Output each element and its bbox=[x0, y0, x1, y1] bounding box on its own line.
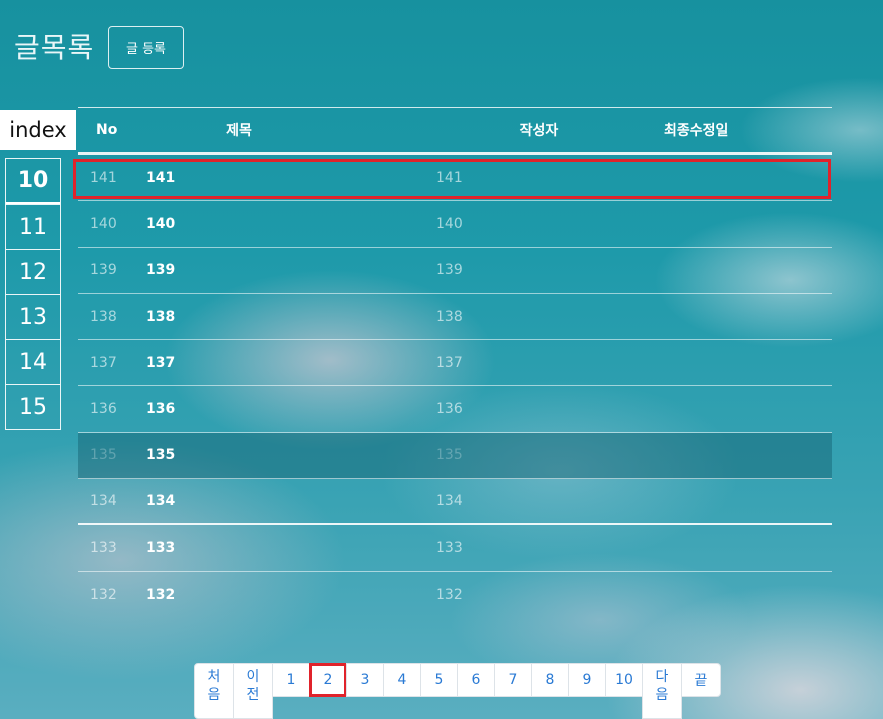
table-row[interactable]: 132 132 132 bbox=[78, 572, 832, 618]
cell-no: 135 bbox=[90, 447, 117, 464]
cell-no: 132 bbox=[90, 586, 117, 603]
cell-no: 138 bbox=[90, 308, 117, 325]
index-item[interactable]: 14 bbox=[6, 339, 60, 384]
cell-title[interactable]: 133 bbox=[134, 540, 434, 556]
table-row[interactable]: 135 135 135 bbox=[78, 432, 832, 480]
table-row[interactable]: 137 137 137 bbox=[78, 340, 832, 387]
table-row[interactable]: 136 136 136 bbox=[78, 386, 832, 433]
index-item[interactable]: 10 bbox=[6, 159, 60, 204]
page-button-1[interactable]: 1 bbox=[272, 663, 310, 697]
index-item[interactable]: 12 bbox=[6, 249, 60, 294]
cell-author: 133 bbox=[436, 540, 463, 557]
cell-title[interactable]: 136 bbox=[134, 401, 434, 417]
page-title: 글목록 bbox=[14, 31, 95, 64]
next-page-button[interactable]: 다 음 bbox=[642, 663, 682, 719]
cell-author: 141 bbox=[436, 169, 463, 186]
cell-author: 139 bbox=[436, 262, 463, 279]
first-label-2: 음 bbox=[207, 687, 221, 703]
page-button-2[interactable]: 2 bbox=[309, 663, 347, 697]
last-page-button[interactable]: 끝 bbox=[681, 663, 721, 697]
cell-no: 141 bbox=[90, 169, 117, 186]
table-row[interactable]: 138 138 138 bbox=[78, 294, 832, 341]
cell-author: 140 bbox=[436, 215, 463, 232]
cell-title[interactable]: 140 bbox=[134, 216, 434, 232]
page-button-8[interactable]: 8 bbox=[531, 663, 569, 697]
prev-label-2: 전 bbox=[246, 687, 260, 703]
prev-page-button[interactable]: 이 전 bbox=[233, 663, 273, 719]
index-item[interactable]: 11 bbox=[6, 204, 60, 249]
next-label-1: 다 bbox=[655, 669, 669, 685]
header-no: No bbox=[96, 122, 118, 138]
cell-title[interactable]: 141 bbox=[134, 170, 434, 186]
index-list: 10 11 12 13 14 15 bbox=[5, 158, 61, 430]
cell-no: 136 bbox=[90, 401, 117, 418]
cell-no: 140 bbox=[90, 215, 117, 232]
page-button-6[interactable]: 6 bbox=[457, 663, 495, 697]
page-button-4[interactable]: 4 bbox=[383, 663, 421, 697]
cell-author: 136 bbox=[436, 401, 463, 418]
next-label-2: 음 bbox=[655, 687, 669, 703]
table-header: No 제목 작성자 최종수정일 bbox=[78, 107, 832, 155]
header-author: 작성자 bbox=[519, 123, 559, 139]
cell-title[interactable]: 132 bbox=[134, 587, 434, 603]
index-item[interactable]: 15 bbox=[6, 384, 60, 429]
first-label-1: 처 bbox=[207, 669, 221, 685]
cell-no: 139 bbox=[90, 262, 117, 279]
register-post-button[interactable]: 글 등록 bbox=[108, 26, 184, 69]
table-row[interactable]: 133 133 133 bbox=[78, 525, 832, 572]
index-item[interactable]: 13 bbox=[6, 294, 60, 339]
cell-no: 137 bbox=[90, 354, 117, 371]
header-date: 최종수정일 bbox=[664, 123, 729, 139]
cell-title[interactable]: 139 bbox=[134, 262, 434, 278]
header-title: 제목 bbox=[226, 123, 252, 139]
page-button-3[interactable]: 3 bbox=[346, 663, 384, 697]
table-row[interactable]: 140 140 140 bbox=[78, 201, 832, 248]
cell-title[interactable]: 138 bbox=[134, 309, 434, 325]
cell-author: 137 bbox=[436, 354, 463, 371]
index-label: index bbox=[0, 110, 76, 150]
page-button-9[interactable]: 9 bbox=[568, 663, 606, 697]
cell-author: 138 bbox=[436, 308, 463, 325]
cell-title[interactable]: 135 bbox=[134, 447, 434, 463]
cell-author: 132 bbox=[436, 586, 463, 603]
table-row[interactable]: 139 139 139 bbox=[78, 248, 832, 294]
page-button-7[interactable]: 7 bbox=[494, 663, 532, 697]
post-table: No 제목 작성자 최종수정일 141 141 141 140 140 140 … bbox=[73, 107, 832, 618]
page-button-10[interactable]: 10 bbox=[605, 663, 643, 697]
table-row[interactable]: 141 141 141 bbox=[73, 155, 832, 202]
page-button-5[interactable]: 5 bbox=[420, 663, 458, 697]
cell-no: 134 bbox=[90, 493, 117, 510]
cell-title[interactable]: 134 bbox=[134, 493, 434, 509]
pagination: 처 음 이 전 1 2 3 4 5 6 7 8 9 10 다 음 끝 bbox=[194, 663, 721, 719]
cell-author: 135 bbox=[436, 447, 463, 464]
cell-title[interactable]: 137 bbox=[134, 355, 434, 371]
prev-label-1: 이 bbox=[246, 669, 260, 685]
cell-no: 133 bbox=[90, 540, 117, 557]
first-page-button[interactable]: 처 음 bbox=[194, 663, 234, 719]
cell-author: 134 bbox=[436, 493, 463, 510]
table-row[interactable]: 134 134 134 bbox=[78, 479, 832, 526]
